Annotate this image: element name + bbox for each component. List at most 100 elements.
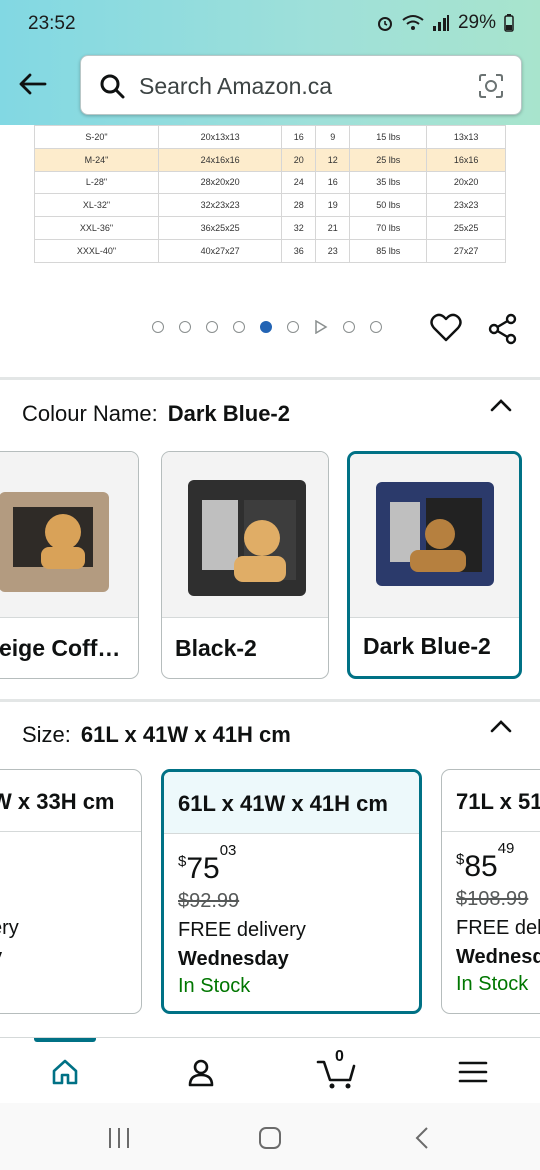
carousel-dot[interactable]	[233, 321, 245, 333]
nav-cart[interactable]: 0	[316, 1048, 356, 1092]
size-option-price: $7503	[178, 842, 236, 886]
cart-count: 0	[335, 1048, 344, 1065]
price-symbol: $	[456, 851, 465, 868]
system-nav-bar	[0, 1103, 540, 1170]
size-option-list-price: $108.99	[456, 888, 529, 910]
price-fraction: 03	[219, 842, 237, 859]
nav-menu[interactable]	[453, 1052, 493, 1092]
battery-icon	[504, 14, 514, 32]
size-option-delivery: FREE deli	[456, 917, 540, 939]
size-table-cell: 27x27	[426, 238, 506, 263]
back-arrow-icon	[19, 73, 47, 95]
size-table-cell: 23	[315, 238, 351, 263]
size-table-cell: M-24"	[34, 147, 159, 172]
colour-selected-value: Dark Blue-2	[167, 401, 290, 426]
size-table-cell: 70 lbs	[349, 216, 428, 240]
size-table-row: M-24" 24x16x16 20 12 25 lbs 16x16	[34, 147, 506, 172]
size-label: Size:	[22, 722, 71, 747]
size-table-row: XXL-36" 36x25x25 32 21 70 lbs 25x25	[34, 216, 506, 240]
size-option-stock: In Stock	[456, 973, 529, 995]
product-image-black	[162, 452, 328, 618]
size-table-row: L-28" 28x20x20 24 16 35 lbs 20x20	[34, 170, 506, 195]
size-option-small[interactable]: W x 33H cm ery y	[0, 769, 142, 1014]
wishlist-button[interactable]	[430, 313, 462, 348]
size-table-row: S-20" 20x13x13 16 9 15 lbs 13x13	[34, 125, 506, 149]
home-icon	[52, 1059, 78, 1085]
size-table-cell: 24	[281, 170, 317, 195]
heart-icon	[430, 313, 462, 342]
size-option-large[interactable]: 71L x 51 $8549 $108.99 FREE deli Wednesd…	[441, 769, 540, 1014]
size-option-delivery-day: Wednesd	[456, 946, 540, 968]
status-icons: 29%	[376, 12, 514, 34]
nav-home[interactable]	[45, 1052, 85, 1092]
colour-option-label: Black-2	[175, 635, 257, 661]
size-table-cell: 23x23	[426, 193, 506, 218]
carousel-dot-active[interactable]	[260, 321, 272, 333]
video-play-icon[interactable]	[314, 320, 328, 334]
status-bar: 23:52 29%	[0, 0, 540, 50]
size-option-label: 61L x 41W x 41H cm	[164, 772, 419, 834]
size-option-list-price: $92.99	[178, 890, 240, 912]
chevron-up-icon[interactable]	[488, 395, 514, 415]
size-option-stock: In Stock	[178, 975, 251, 997]
back-system-icon[interactable]	[410, 1125, 436, 1151]
nav-active-indicator	[34, 1038, 96, 1042]
size-table-cell: 19	[315, 193, 351, 218]
price-fraction: 49	[497, 840, 515, 857]
size-table-row: XXXL-40" 40x27x27 36 23 85 lbs 27x27	[34, 238, 506, 263]
size-option-selected[interactable]: 61L x 41W x 41H cm $7503 $92.99 FREE del…	[161, 769, 422, 1014]
product-image-dark-blue	[350, 454, 519, 618]
carousel-dot[interactable]	[343, 321, 355, 333]
carousel-dot[interactable]	[206, 321, 218, 333]
size-table-cell: XL-32"	[34, 193, 159, 218]
product-image-beige	[0, 452, 138, 618]
home-system-icon[interactable]	[257, 1125, 283, 1151]
carousel-dot[interactable]	[370, 321, 382, 333]
size-table-cell: 28x20x20	[157, 170, 283, 195]
search-input[interactable]: Search Amazon.ca	[80, 55, 522, 115]
account-icon	[188, 1059, 214, 1087]
size-table-row: XL-32" 32x23x23 28 19 50 lbs 23x23	[34, 193, 506, 218]
carousel-dot[interactable]	[179, 321, 191, 333]
size-table-cell: 16x16	[426, 147, 506, 172]
size-table-cell: 16	[315, 170, 351, 195]
size-option-name: W x 33H cm	[0, 789, 115, 814]
size-table-cell: 15 lbs	[349, 125, 428, 149]
colour-option-dark-blue[interactable]: Dark Blue-2	[347, 451, 522, 679]
size-option-price: $8549	[456, 840, 514, 884]
image-carousel-dots[interactable]	[152, 320, 382, 334]
size-option-label: 71L x 51	[442, 770, 540, 832]
nav-account[interactable]	[181, 1052, 221, 1092]
price-symbol: $	[178, 853, 187, 870]
share-button[interactable]	[487, 313, 519, 350]
size-table-cell: 28	[281, 193, 317, 218]
size-table-cell: 35 lbs	[349, 170, 428, 195]
size-table-cell: 36	[281, 238, 317, 263]
camera-icon[interactable]	[477, 72, 505, 100]
price-whole: 75	[186, 852, 220, 885]
chevron-up-icon[interactable]	[488, 716, 514, 736]
colour-option-black[interactable]: Black-2	[161, 451, 329, 679]
alarm-icon	[377, 17, 392, 31]
recent-apps-icon[interactable]	[106, 1125, 132, 1151]
colour-section-label: Colour Name: Dark Blue-2	[22, 401, 290, 427]
size-chart-table: S-20" 20x13x13 16 9 15 lbs 13x13 M-24" 24x16x16…	[34, 125, 506, 263]
colour-option-beige[interactable]: eige Coff…	[0, 451, 139, 679]
size-table-cell: XXXL-40"	[34, 238, 159, 263]
carousel-dot[interactable]	[152, 321, 164, 333]
status-time: 23:52	[28, 13, 76, 34]
size-table-cell: 50 lbs	[349, 193, 428, 218]
size-table-cell: 16	[281, 125, 317, 149]
section-divider	[0, 377, 540, 380]
size-table-cell: 32x23x23	[157, 193, 283, 218]
size-table-cell: 20x20	[426, 170, 506, 195]
back-button[interactable]	[14, 66, 50, 102]
size-table-cell: S-20"	[34, 125, 159, 149]
menu-icon	[458, 1061, 488, 1083]
carousel-dot[interactable]	[287, 321, 299, 333]
signal-icon	[432, 15, 449, 31]
size-option-delivery: ery	[0, 917, 19, 939]
size-table-cell: 20x13x13	[157, 125, 283, 149]
size-table-cell: 24x16x16	[157, 147, 283, 172]
wifi-icon	[402, 15, 424, 30]
